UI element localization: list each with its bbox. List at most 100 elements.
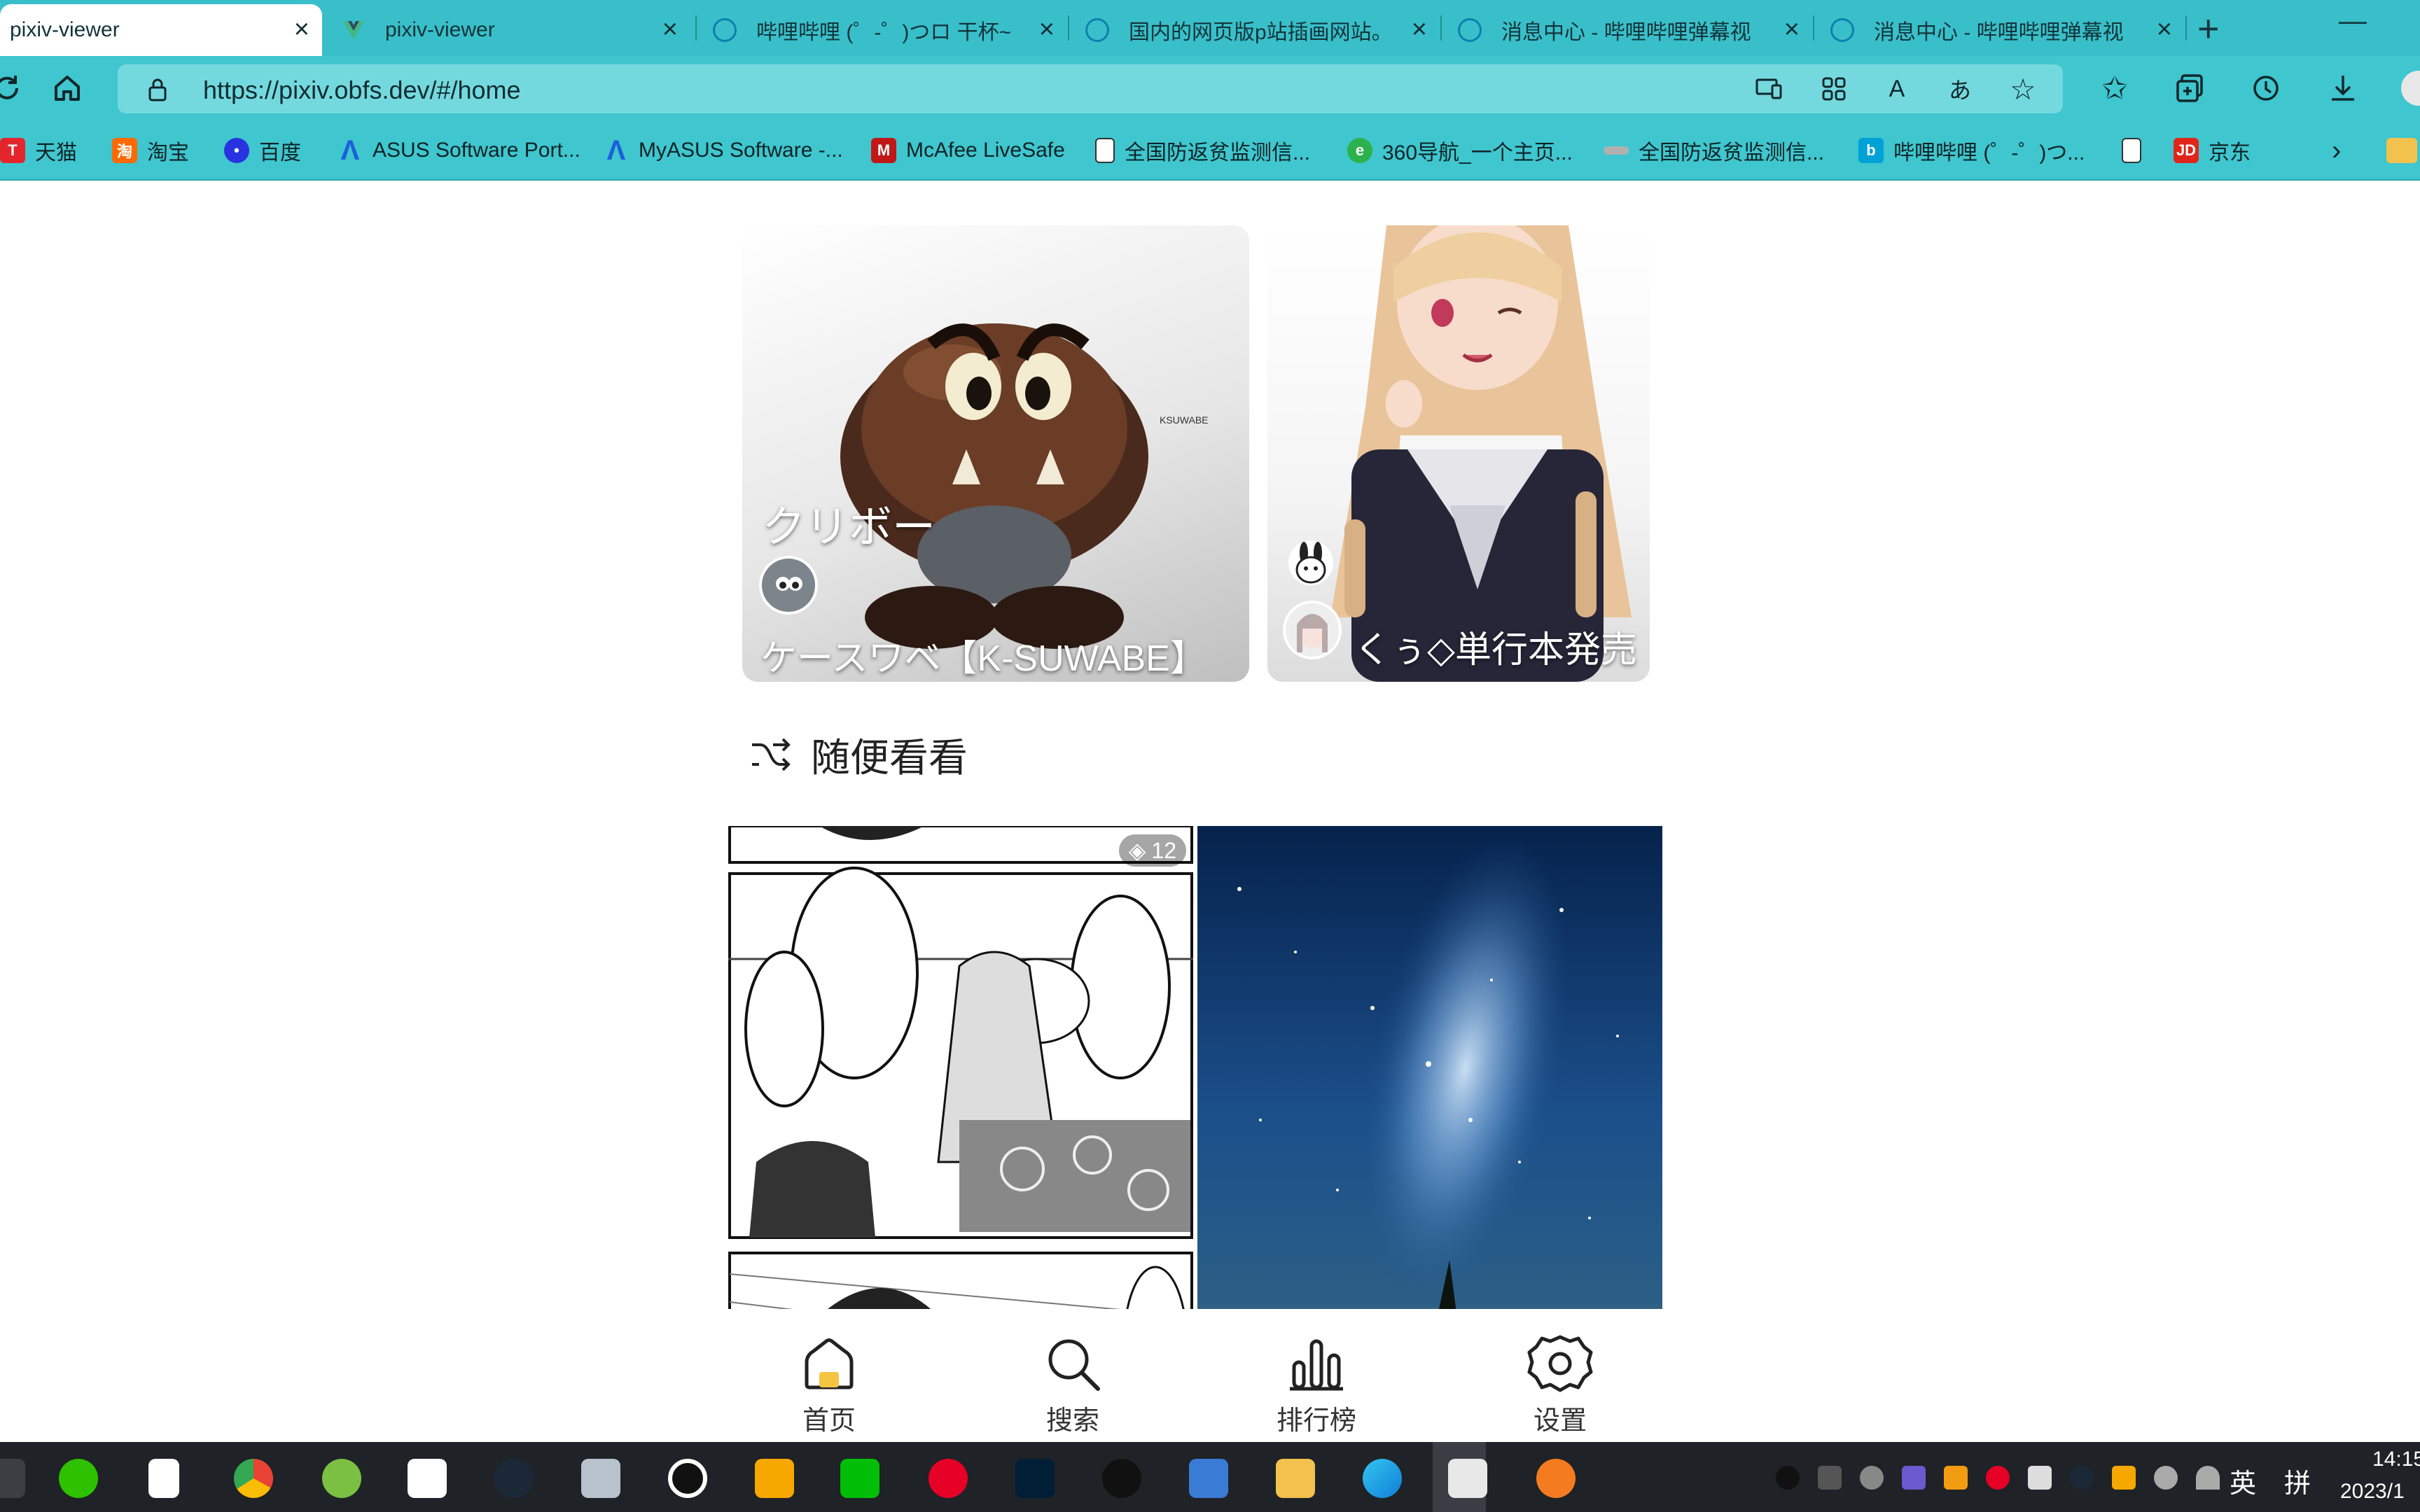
nav-label: 设置 bbox=[1533, 1406, 1587, 1436]
feature-card-kuribo[interactable]: KSUWABE クリボー ケースワベ【K-SUWABE】 bbox=[742, 225, 1249, 682]
home-button[interactable] bbox=[46, 67, 88, 109]
fox-app-icon[interactable] bbox=[1536, 1459, 1576, 1498]
iqiyi-icon[interactable] bbox=[840, 1459, 879, 1498]
wechat-icon[interactable] bbox=[59, 1459, 98, 1498]
minimize-button[interactable]: — bbox=[2339, 6, 2367, 37]
bookmark-page[interactable] bbox=[2122, 134, 2151, 167]
baidu-netdisk-icon[interactable] bbox=[408, 1459, 447, 1498]
url-text[interactable]: https://pixiv.obfs.dev/#/home bbox=[203, 76, 521, 105]
task-view-icon[interactable] bbox=[0, 1459, 25, 1498]
security-shield-icon[interactable] bbox=[755, 1459, 794, 1498]
tab-divider bbox=[2185, 15, 2187, 41]
skype-tray-icon[interactable] bbox=[1860, 1466, 1884, 1490]
app-tray-icon[interactable] bbox=[1944, 1466, 1968, 1490]
tab-close-icon[interactable]: × bbox=[662, 15, 678, 43]
tab-close-icon[interactable]: × bbox=[1412, 15, 1427, 43]
history-button[interactable] bbox=[2245, 67, 2287, 109]
page-icon bbox=[2122, 138, 2141, 163]
add-favorite-icon[interactable]: ☆ bbox=[2007, 73, 2039, 106]
nav-label: 排行榜 bbox=[1276, 1406, 1356, 1436]
record-icon[interactable] bbox=[668, 1459, 707, 1498]
refresh-button[interactable] bbox=[0, 67, 28, 109]
bookmark-tmall[interactable]: T 天猫 bbox=[0, 134, 77, 167]
translate-icon[interactable]: あ bbox=[1944, 73, 1976, 105]
clock-date[interactable]: 2023/1 bbox=[2340, 1480, 2405, 1504]
address-bar[interactable]: https://pixiv.obfs.dev/#/home A あ ☆ bbox=[118, 64, 2063, 113]
qq-tray-icon[interactable] bbox=[1776, 1466, 1800, 1490]
tab-message-center-1[interactable]: 消息中心 - 哔哩哔哩弹幕视 × bbox=[1448, 4, 1812, 56]
favorites-button[interactable]: ✩ bbox=[2094, 67, 2136, 109]
archive-icon[interactable] bbox=[1189, 1459, 1228, 1498]
nav-ranking[interactable]: 排行榜 bbox=[1246, 1309, 1386, 1442]
read-aloud-icon[interactable]: A bbox=[1881, 73, 1913, 105]
tab-message-center-2[interactable]: 消息中心 - 哔哩哔哩弹幕视 × bbox=[1821, 4, 2185, 56]
defender-tray-icon[interactable] bbox=[2028, 1466, 2052, 1490]
steam-tray-icon[interactable] bbox=[2070, 1466, 2094, 1490]
home-icon bbox=[805, 1338, 854, 1390]
nav-settings[interactable]: 设置 bbox=[1490, 1309, 1630, 1442]
tab-close-icon[interactable]: × bbox=[2157, 15, 2172, 43]
bookmark-anti-poverty-2[interactable]: 全国防返贫监测信... bbox=[1604, 134, 1824, 167]
tab-pixiv-sites[interactable]: 国内的网页版p站插画网站。 × bbox=[1076, 4, 1440, 56]
netease-music-icon[interactable] bbox=[929, 1459, 968, 1498]
bookmark-label: 淘宝 bbox=[147, 141, 189, 164]
tab-close-icon[interactable]: × bbox=[1039, 15, 1055, 43]
profile-button[interactable] bbox=[2398, 67, 2420, 109]
volume-icon[interactable] bbox=[2154, 1466, 2178, 1490]
tab-close-icon[interactable]: × bbox=[294, 15, 310, 43]
tab-pixiv-viewer[interactable]: pixiv-viewer × bbox=[332, 4, 690, 56]
nav-label: 搜索 bbox=[1045, 1406, 1099, 1436]
avatar-image bbox=[1286, 603, 1339, 657]
music-tray-icon[interactable] bbox=[1986, 1466, 2010, 1490]
clock-time[interactable]: 14:15 bbox=[2372, 1448, 2420, 1471]
other-favorites-button[interactable] bbox=[2386, 134, 2420, 167]
author-avatar[interactable] bbox=[1283, 601, 1342, 659]
globe-icon bbox=[1830, 18, 1854, 42]
media-player-icon[interactable] bbox=[322, 1459, 361, 1498]
bilibili-client-icon[interactable] bbox=[1448, 1459, 1487, 1498]
nav-search[interactable]: 搜索 bbox=[1003, 1309, 1143, 1442]
ime-mode[interactable]: 拼 bbox=[2284, 1462, 2311, 1500]
new-tab-button[interactable]: + bbox=[2197, 10, 2220, 48]
bookmark-taobao[interactable]: 淘淘宝 bbox=[112, 134, 189, 167]
nav-home[interactable]: 首页 bbox=[759, 1309, 899, 1442]
author-name[interactable]: ケースワベ【K-SUWABE】 bbox=[760, 629, 1206, 681]
vue-favicon-icon bbox=[343, 21, 364, 39]
steam-icon[interactable] bbox=[494, 1459, 534, 1498]
bookmark-jd[interactable]: JD 京东 bbox=[2174, 134, 2251, 167]
bookmark-mcafee[interactable]: M McAfee LiveSafe bbox=[871, 134, 1065, 167]
downloads-button[interactable] bbox=[2322, 67, 2364, 109]
author-name[interactable]: くぅ◇単行本発売 bbox=[1354, 620, 1637, 673]
pixiv-viewer-home: KSUWABE クリボー ケースワベ【K-SUWABE】 くぅ◇単行本発売 随便… bbox=[0, 181, 2420, 1463]
tab-close-icon[interactable]: × bbox=[1784, 15, 1800, 43]
shield-tray-icon[interactable] bbox=[2112, 1466, 2136, 1490]
extensions-grid-icon[interactable] bbox=[1818, 73, 1850, 105]
zoom-tray-icon[interactable] bbox=[1902, 1466, 1926, 1490]
qq-icon[interactable] bbox=[1102, 1459, 1141, 1498]
edge-icon[interactable] bbox=[1363, 1459, 1402, 1498]
ime-language[interactable]: 英 bbox=[2230, 1462, 2256, 1500]
bookmark-myasus[interactable]: Λ MyASUS Software -... bbox=[604, 134, 843, 167]
bookmark-baidu[interactable]: • 百度 bbox=[224, 134, 301, 167]
tab-bilibili[interactable]: 哔哩哔哩 (゜-゜)つロ 干杯~ × bbox=[703, 4, 1067, 56]
bookmark-label: MyASUS Software -... bbox=[639, 139, 843, 162]
notepad-icon[interactable] bbox=[148, 1459, 179, 1498]
bookmarks-more-button[interactable]: › bbox=[2332, 134, 2341, 167]
bookmark-asus-portal[interactable]: Λ ASUS Software Port... bbox=[338, 134, 580, 167]
chrome-icon[interactable] bbox=[234, 1459, 273, 1498]
app-available-icon[interactable] bbox=[1753, 73, 1786, 105]
collections-button[interactable] bbox=[2169, 67, 2211, 109]
bookmark-360[interactable]: e 360导航_一个主页... bbox=[1347, 134, 1573, 167]
author-avatar[interactable] bbox=[759, 556, 818, 615]
folder-icon bbox=[2386, 138, 2417, 163]
bookmark-bilibili[interactable]: b 哔哩哔哩 (゜-゜)つ... bbox=[1858, 134, 2085, 167]
feature-card-schoolgirl[interactable]: くぅ◇単行本発売 bbox=[1267, 225, 1650, 682]
drive-icon[interactable] bbox=[581, 1459, 620, 1498]
file-explorer-icon[interactable] bbox=[1276, 1459, 1315, 1498]
tab-pixiv-viewer-active[interactable]: pixiv-viewer × bbox=[0, 4, 322, 56]
wifi-icon[interactable] bbox=[2196, 1466, 2220, 1490]
photoshop-icon[interactable] bbox=[1015, 1459, 1055, 1498]
battery-tray-icon[interactable] bbox=[1818, 1466, 1842, 1490]
artwork-signature: KSUWABE bbox=[1160, 414, 1209, 426]
bookmark-anti-poverty-1[interactable]: 全国防返贫监测信... bbox=[1095, 134, 1310, 167]
